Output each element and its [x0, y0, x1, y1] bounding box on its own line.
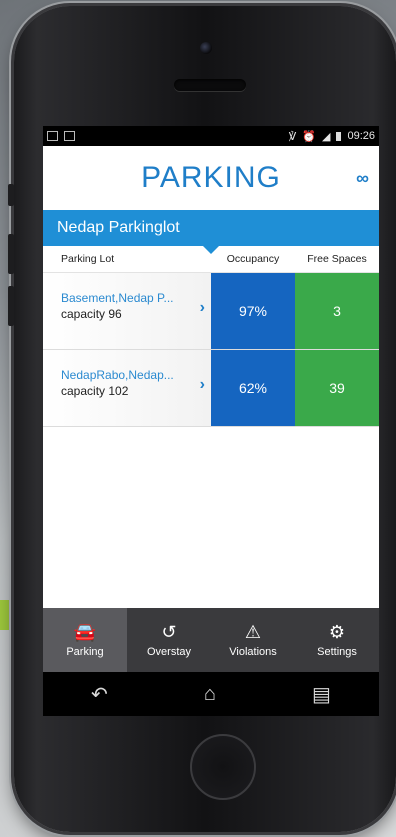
app-header: PARKING ∞	[43, 146, 379, 210]
tab-violations[interactable]: ⚠ Violations	[211, 608, 295, 672]
lot-name: NedapRabo,Nedap...	[61, 368, 174, 382]
tab-label: Violations	[229, 646, 277, 658]
notification-icon	[47, 131, 58, 141]
table-row[interactable]: NedapRabo,Nedap... capacity 102 › 62% 39	[43, 350, 379, 427]
tab-label: Parking	[66, 646, 104, 658]
alarm-icon: ⏰	[302, 130, 316, 143]
bluetooth-icon: ℣	[288, 130, 297, 143]
column-header-lot: Parking Lot	[61, 253, 115, 265]
tab-parking[interactable]: 🚘 Parking	[43, 608, 127, 672]
front-camera	[200, 42, 212, 54]
volume-down-button	[8, 286, 14, 326]
chevron-right-icon: ›	[199, 299, 205, 316]
home-button	[190, 734, 256, 800]
bottom-tab-bar: 🚘 Parking ↺ Overstay ⚠ Violations ⚙ Sett…	[43, 608, 379, 672]
lot-name: Basement,Nedap P...	[61, 291, 174, 305]
parking-lot-selector[interactable]: Nedap Parkinglot	[43, 210, 379, 254]
lot-info[interactable]: NedapRabo,Nedap... capacity 102 ›	[43, 350, 211, 426]
occupancy-cell: 62%	[211, 350, 295, 426]
parking-lot-name: Nedap Parkinglot	[57, 219, 180, 236]
android-nav-bar: ↶ ⌂ ▤	[43, 672, 379, 716]
lot-info[interactable]: Basement,Nedap P... capacity 96 ›	[43, 273, 211, 349]
history-icon: ↺	[161, 622, 177, 642]
chevron-right-icon: ›	[199, 376, 205, 393]
back-icon[interactable]: ↶	[91, 682, 108, 707]
table-row[interactable]: Basement,Nedap P... capacity 96 › 97% 3	[43, 273, 379, 350]
status-time: 09:26	[347, 130, 375, 142]
lot-capacity: capacity 96	[61, 307, 122, 321]
image-notification-icon	[64, 131, 75, 141]
home-icon[interactable]: ⌂	[204, 683, 216, 706]
nedap-logo-icon: ∞	[356, 168, 369, 188]
pointer-notch	[203, 246, 219, 254]
status-bar: ℣ ⏰ ◢ 09:26	[43, 126, 379, 146]
volume-up-button	[8, 234, 14, 274]
column-header-occupancy: Occupancy	[226, 253, 280, 265]
car-icon: 🚘	[73, 622, 97, 642]
gear-icon: ⚙	[328, 622, 346, 642]
column-header-free: Free Spaces	[307, 253, 367, 265]
occupancy-cell: 97%	[211, 273, 295, 349]
recent-apps-icon[interactable]: ▤	[312, 682, 331, 707]
tab-settings[interactable]: ⚙ Settings	[295, 608, 379, 672]
tab-overstay[interactable]: ↺ Overstay	[127, 608, 211, 672]
page-title: PARKING	[141, 161, 281, 194]
lot-capacity: capacity 102	[61, 384, 129, 398]
free-spaces-cell: 39	[295, 350, 379, 426]
warning-icon: ⚠	[244, 622, 262, 642]
tab-label: Settings	[317, 646, 357, 658]
battery-icon	[336, 131, 342, 141]
app-screen: ℣ ⏰ ◢ 09:26 PARKING ∞ Nedap Parkinglot P…	[43, 126, 379, 716]
mute-switch	[8, 184, 14, 206]
tab-label: Overstay	[146, 646, 191, 658]
signal-icon: ◢	[322, 130, 331, 143]
earpiece-speaker	[174, 79, 246, 91]
free-spaces-cell: 3	[295, 273, 379, 349]
